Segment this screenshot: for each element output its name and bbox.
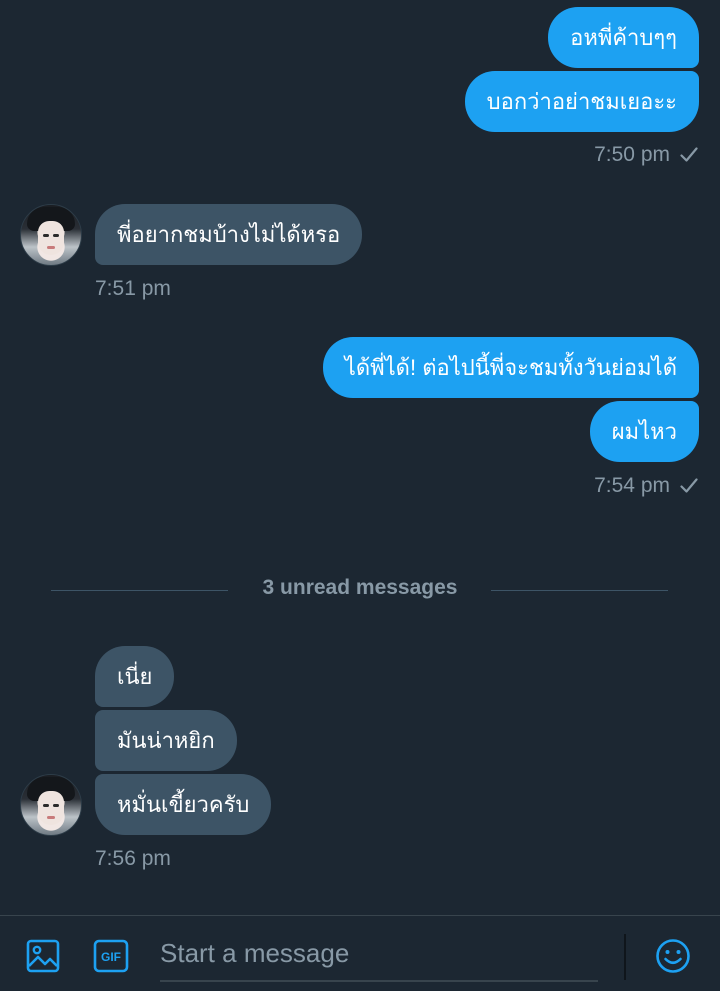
message-timestamp: 7:50 pm	[594, 143, 698, 167]
message-bubble-incoming[interactable]: มันน่าหยิก	[95, 710, 237, 771]
message-input-container	[160, 930, 598, 982]
gif-icon[interactable]: GIF	[93, 938, 129, 974]
message-bubble-incoming[interactable]: เนี่ย	[95, 646, 175, 707]
timestamp-text: 7:54 pm	[594, 474, 670, 497]
message-bubble-outgoing[interactable]: บอกว่าอย่าชมเยอะะ	[464, 71, 699, 132]
message-bubble-incoming[interactable]: หมั่นเขี้ยวครับ	[95, 774, 272, 835]
checkmark-icon	[680, 478, 698, 494]
message-composer: GIF	[0, 915, 720, 991]
message-timestamp: 7:54 pm	[594, 474, 698, 498]
message-bubble-outgoing[interactable]: ได้พี่ได้! ต่อไปนี้พี่จะชมทั้งวันย่อมได้	[322, 337, 699, 398]
message-bubble-outgoing[interactable]: ผมไหว	[589, 401, 699, 462]
svg-text:GIF: GIF	[101, 950, 121, 964]
message-timestamp: 7:51 pm	[95, 277, 171, 300]
avatar[interactable]	[20, 774, 82, 836]
emoji-icon[interactable]	[655, 938, 691, 974]
image-icon[interactable]	[25, 938, 61, 974]
message-input[interactable]	[160, 930, 598, 976]
message-bubble-outgoing[interactable]: อหพี่ค้าบๆๆ	[548, 7, 699, 68]
avatar[interactable]	[20, 204, 82, 266]
dm-conversation: อหพี่ค้าบๆๆ บอกว่าอย่าชมเยอะะ 7:50 pm พี…	[0, 0, 720, 991]
checkmark-icon	[680, 147, 698, 163]
timestamp-text: 7:50 pm	[594, 143, 670, 166]
composer-divider	[624, 934, 626, 980]
message-bubble-incoming[interactable]: พี่อยากชมบ้างไม่ได้หรอ	[95, 204, 363, 265]
message-timestamp: 7:56 pm	[95, 847, 171, 870]
unread-messages-label: 3 unread messages	[262, 576, 458, 599]
